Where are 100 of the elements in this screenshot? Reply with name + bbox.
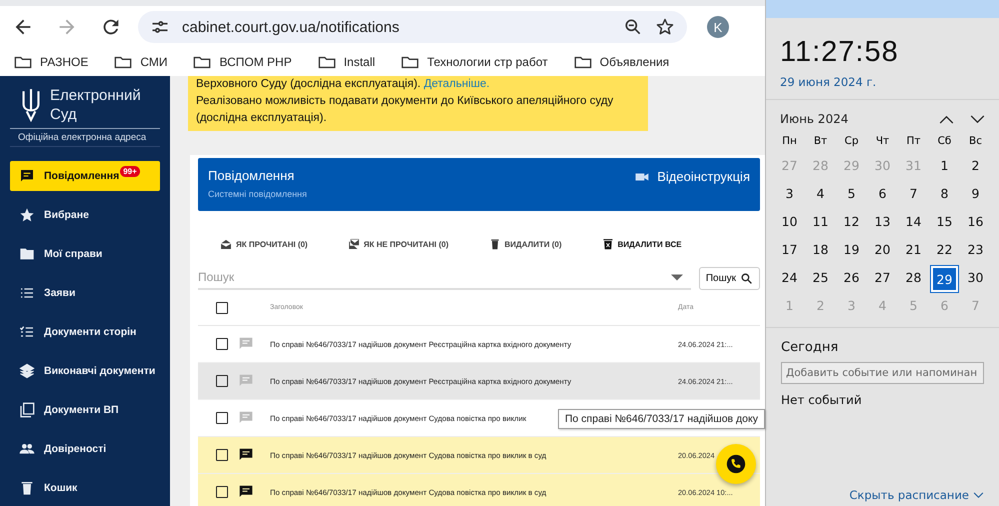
today-label: Сегодня <box>781 340 840 355</box>
address-bar[interactable]: cabinet.court.gov.ua/notifications <box>138 11 687 43</box>
folder-icon <box>401 54 420 70</box>
calendar-day[interactable]: 17 <box>776 238 803 264</box>
row-checkbox[interactable] <box>216 412 228 424</box>
no-events-text: Нет событий <box>781 393 863 407</box>
calendar-day[interactable]: 28 <box>900 266 927 292</box>
select-all-checkbox[interactable] <box>216 302 228 314</box>
calendar-day[interactable]: 25 <box>807 266 834 292</box>
count-badge: 99+ <box>120 166 140 176</box>
folder-icon <box>193 54 212 70</box>
month-label: Июнь 2024 <box>780 112 848 126</box>
date-link[interactable]: 29 июня 2024 г. <box>780 75 985 89</box>
action-button[interactable]: ЯК НЕ ПРОЧИТАНІ (0) <box>348 236 449 252</box>
tooltip: По справі №646/7033/17 надійшов доку <box>558 409 765 429</box>
weekday-label: Чт <box>874 134 890 149</box>
action-button[interactable]: ВИДАЛИТИ (0) <box>488 236 562 252</box>
row-checkbox[interactable] <box>216 338 228 350</box>
row-checkbox[interactable] <box>216 449 228 461</box>
calendar-day[interactable]: 10 <box>776 210 803 236</box>
calendar-day[interactable]: 6 <box>869 182 896 208</box>
calendar-day[interactable]: 2 <box>962 154 989 180</box>
bookmark-folder[interactable]: СМИ <box>114 54 168 70</box>
nav-item[interactable]: Виконавчі документи <box>10 356 160 386</box>
nav-item[interactable]: Заяви <box>10 278 160 308</box>
calendar-day[interactable]: 15 <box>931 210 958 236</box>
bookmark-folder[interactable]: Объявления <box>574 54 670 70</box>
calendar-day[interactable]: 19 <box>838 238 865 264</box>
calendar-day[interactable]: 18 <box>807 238 834 264</box>
weekday-label: Вт <box>812 134 828 149</box>
calendar-day[interactable]: 4 <box>807 182 834 208</box>
bookmark-folder[interactable]: ВСПОМ РНР <box>193 54 292 70</box>
star-icon <box>19 207 35 223</box>
chevron-down-icon[interactable] <box>970 114 985 124</box>
nav-item[interactable]: Документи сторін <box>10 317 160 347</box>
nav-item[interactable]: Повідомлення 99+ <box>10 161 160 191</box>
nav-item[interactable]: Довіреності <box>10 434 160 464</box>
trash-x-icon <box>602 238 614 250</box>
weekday-label: Пн <box>781 134 798 149</box>
chevron-down-icon <box>973 492 984 498</box>
calendar-day[interactable]: 20 <box>869 238 896 264</box>
calendar-day[interactable]: 7 <box>900 182 927 208</box>
chevron-up-icon[interactable] <box>939 114 954 124</box>
trident-icon <box>20 88 42 122</box>
zoom-icon[interactable] <box>623 17 643 37</box>
message-icon <box>19 168 35 184</box>
star-icon[interactable] <box>655 17 675 37</box>
calendar-day[interactable]: 23 <box>962 238 989 264</box>
calendar-day[interactable]: 5 <box>838 182 865 208</box>
nav-item[interactable]: Кошик <box>10 473 160 503</box>
folder-icon <box>318 54 336 70</box>
dropdown-arrow-icon[interactable] <box>670 274 683 281</box>
calendar-day[interactable]: 16 <box>962 210 989 236</box>
profile-avatar[interactable]: K <box>707 16 729 38</box>
video-link[interactable]: Відеоінструкція <box>635 169 750 184</box>
logo-title: Електронний <box>50 86 141 105</box>
event-input[interactable]: Добавить событие или напоминан <box>781 362 984 384</box>
folder-icon <box>574 54 592 70</box>
calendar-day[interactable]: 13 <box>869 210 896 236</box>
nav-item[interactable]: Вибране <box>10 200 160 230</box>
search-field[interactable]: Пошук <box>198 266 691 290</box>
bookmark-folder[interactable]: Install <box>318 54 376 70</box>
calendar-day[interactable]: 24 <box>776 266 803 292</box>
calendar-day[interactable]: 26 <box>838 266 865 292</box>
calendar-day[interactable]: 22 <box>931 238 958 264</box>
hide-schedule-link[interactable]: Скрыть расписание <box>849 488 984 502</box>
weekday-label: Вс <box>968 134 983 149</box>
bookmark-folder[interactable]: Технологии стр работ <box>401 54 548 70</box>
weekday-label: Пт <box>905 134 922 149</box>
calendar-day[interactable]: 30 <box>962 266 989 292</box>
phone-icon <box>726 454 746 474</box>
trash-icon <box>488 238 501 250</box>
nav-item[interactable]: Мої справи <box>10 239 160 269</box>
calendar-day[interactable]: 21 <box>900 238 927 264</box>
folder-icon <box>14 54 32 70</box>
calendar-day[interactable]: 8 <box>931 182 958 208</box>
open-envelope-icon <box>220 238 232 250</box>
calendar-day[interactable]: 29 <box>931 266 958 292</box>
search-icon <box>740 272 753 284</box>
logo-subtitle: Офіційна електронна адреса <box>10 128 160 147</box>
calendar-day[interactable]: 1 <box>931 154 958 180</box>
panel-title: Повідомлення <box>208 168 296 183</box>
logo-title: Суд <box>50 105 78 124</box>
row-checkbox[interactable] <box>216 375 228 387</box>
details-link[interactable]: Детальніше. <box>424 78 490 90</box>
bookmark-folder[interactable]: РАЗНОЕ <box>14 54 88 70</box>
row-checkbox[interactable] <box>216 486 228 498</box>
calendar-day[interactable]: 12 <box>838 210 865 236</box>
action-button[interactable]: ВИДАЛИТИ ВСЕ <box>602 236 682 252</box>
calendar-day[interactable]: 11 <box>807 210 834 236</box>
action-button[interactable]: ЯК ПРОЧИТАНІ (0) <box>220 236 308 252</box>
envelopes-icon <box>348 238 360 250</box>
notice-text: Реалізовано можливість подавати документи до Київського апеляційного суду (дослідна експлуатація). <box>196 94 614 126</box>
nav-item[interactable]: Документи ВП <box>10 395 160 425</box>
search-button[interactable]: Пошук <box>698 266 760 290</box>
calendar-day[interactable]: 3 <box>776 182 803 208</box>
calendar-day[interactable]: 14 <box>900 210 927 236</box>
calendar-day[interactable]: 9 <box>962 182 989 208</box>
notice-text: Верховного Суду (дослідна експлуатація). Детальніше. <box>196 77 491 92</box>
calendar-day[interactable]: 27 <box>869 266 896 292</box>
